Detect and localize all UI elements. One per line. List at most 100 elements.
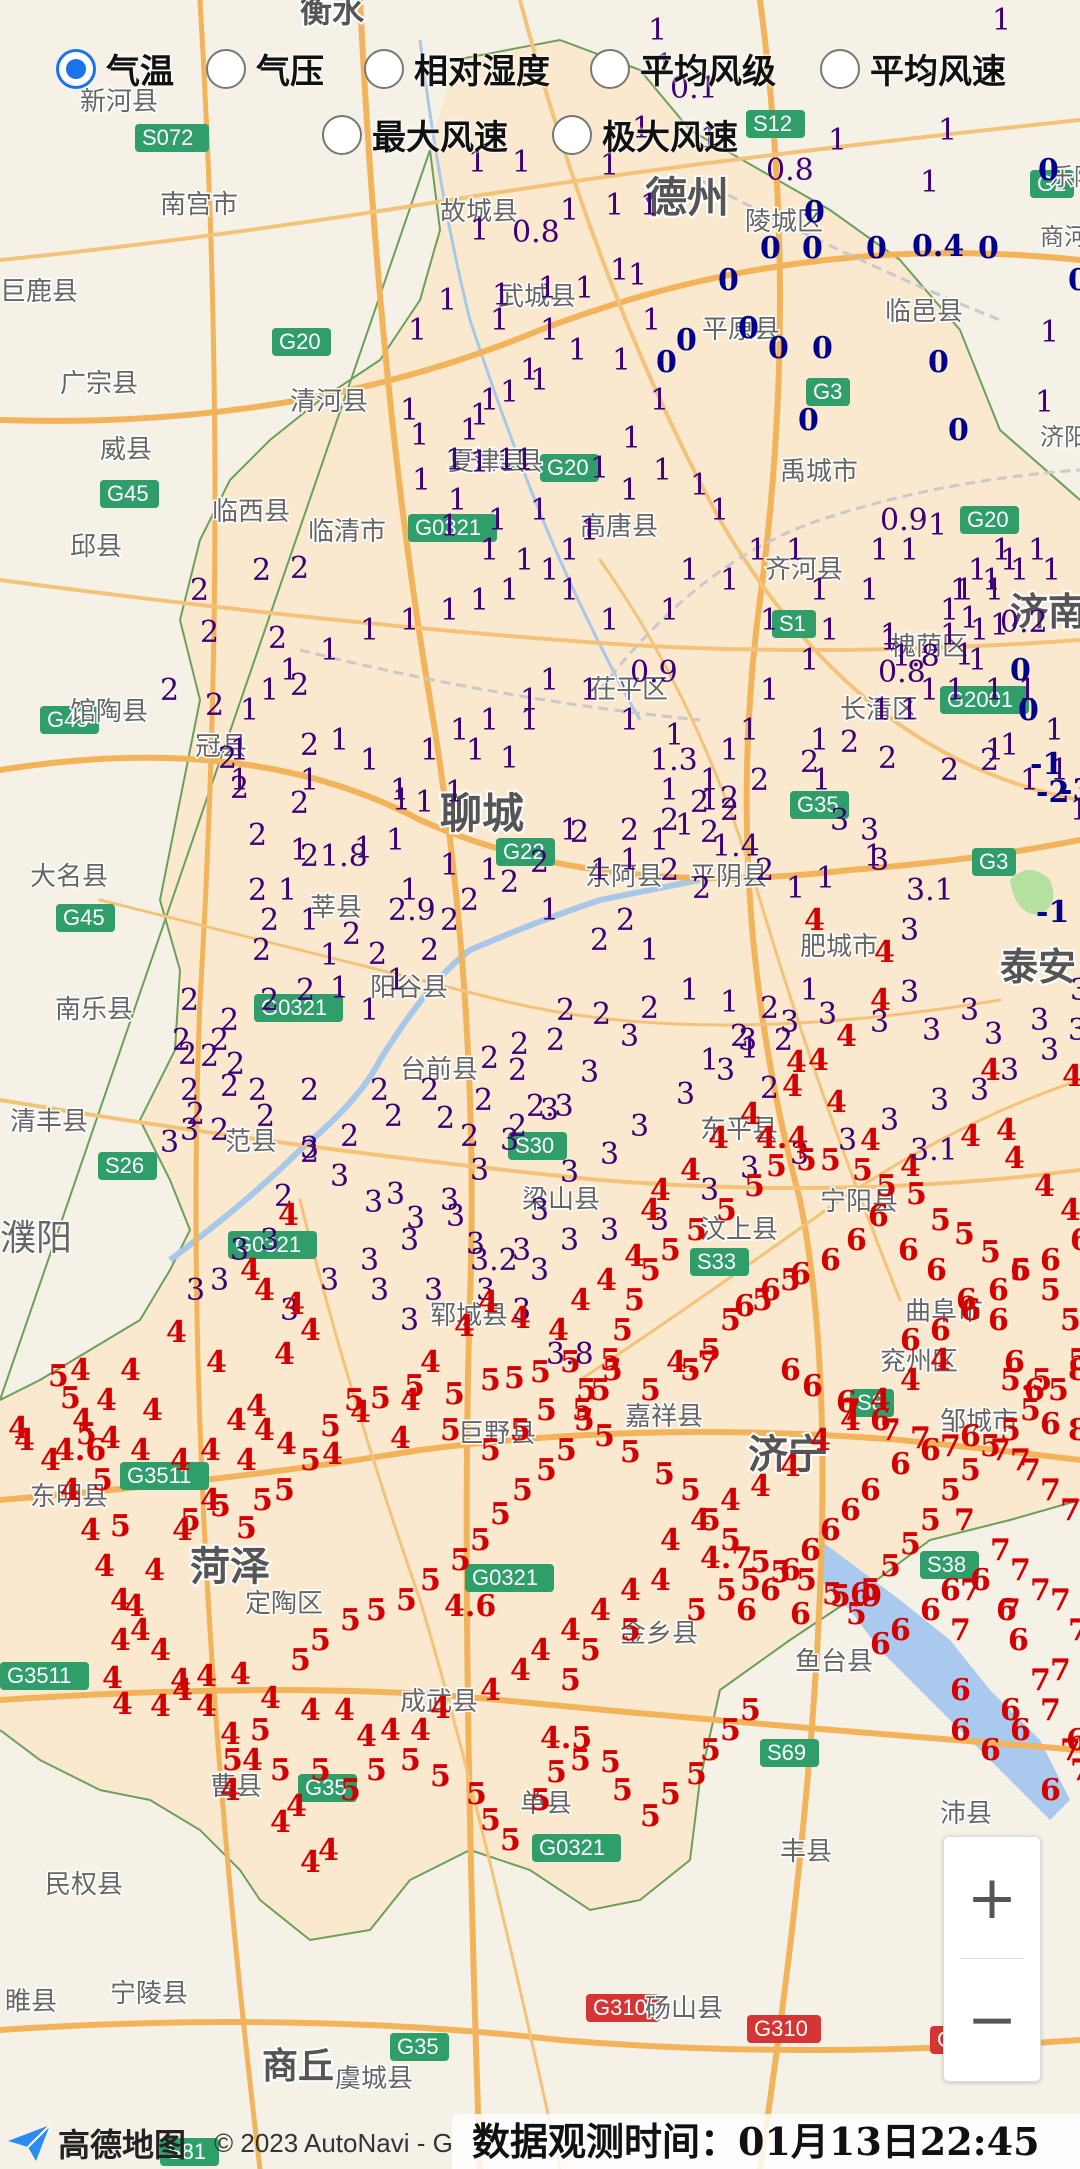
- station-value[interactable]: 1: [540, 313, 559, 348]
- station-value[interactable]: 5: [310, 1623, 331, 1658]
- station-value[interactable]: 1: [1010, 553, 1029, 588]
- station-value[interactable]: 4: [130, 1613, 151, 1648]
- station-value[interactable]: 2: [200, 1039, 219, 1074]
- station-value[interactable]: 4: [1034, 1169, 1055, 1204]
- station-value[interactable]: 5: [960, 1453, 981, 1488]
- station-value[interactable]: 5: [396, 1583, 417, 1618]
- station-value[interactable]: 2: [260, 983, 279, 1018]
- station-value[interactable]: 2.3: [526, 1089, 574, 1124]
- station-value[interactable]: 4: [286, 1789, 307, 1824]
- station-value[interactable]: 5: [640, 1799, 661, 1834]
- station-value[interactable]: 5: [300, 1443, 321, 1478]
- station-value[interactable]: 1: [622, 421, 641, 456]
- station-value[interactable]: 1: [985, 673, 1004, 708]
- station-value[interactable]: 5: [920, 1503, 941, 1538]
- station-value[interactable]: 1: [650, 383, 669, 418]
- station-value[interactable]: 1: [500, 573, 519, 608]
- station-value[interactable]: 6: [780, 1553, 801, 1588]
- station-value[interactable]: 4: [300, 1693, 321, 1728]
- station-value[interactable]: 1: [387, 963, 406, 998]
- station-value[interactable]: 3: [900, 975, 919, 1010]
- station-value[interactable]: 0: [656, 345, 677, 380]
- station-value[interactable]: 2: [220, 1069, 239, 1104]
- station-value[interactable]: 2: [190, 573, 209, 608]
- station-value[interactable]: 2: [760, 991, 779, 1026]
- station-value[interactable]: 1: [568, 333, 587, 368]
- station-value[interactable]: 0: [804, 195, 825, 230]
- station-value[interactable]: 1: [575, 271, 594, 306]
- station-value[interactable]: 6: [790, 1257, 811, 1292]
- station-value[interactable]: 1: [590, 853, 609, 888]
- station-value[interactable]: 1: [470, 583, 489, 618]
- station-value[interactable]: 4: [334, 1693, 355, 1728]
- station-value[interactable]: 1: [580, 513, 599, 548]
- station-value[interactable]: 7: [990, 1533, 1011, 1568]
- station-value[interactable]: 1: [985, 573, 1004, 608]
- station-value[interactable]: 6: [1040, 1243, 1061, 1278]
- station-value[interactable]: 6: [820, 1243, 841, 1278]
- station-value[interactable]: 5: [820, 1143, 841, 1178]
- station-value[interactable]: 1: [412, 463, 431, 498]
- station-value[interactable]: 1: [992, 3, 1011, 38]
- station-value[interactable]: 3: [400, 1223, 419, 1258]
- station-value[interactable]: 7: [1030, 1573, 1051, 1608]
- station-value[interactable]: 1: [928, 508, 947, 543]
- station-value[interactable]: 4: [808, 1043, 829, 1078]
- station-value[interactable]: 1: [720, 733, 739, 768]
- station-value[interactable]: 3: [440, 1183, 459, 1218]
- station-value[interactable]: 2.9: [388, 893, 436, 928]
- station-value[interactable]: 7: [990, 1433, 1011, 1468]
- station-value[interactable]: 4: [242, 1743, 263, 1778]
- station-value[interactable]: 6.8: [1066, 1723, 1080, 1758]
- station-value[interactable]: 1.3: [650, 743, 698, 778]
- station-value[interactable]: 2: [296, 973, 315, 1008]
- station-value[interactable]: 1: [538, 271, 557, 306]
- station-value[interactable]: 4: [274, 1337, 295, 1372]
- station-value[interactable]: 1: [330, 971, 349, 1006]
- station-value[interactable]: 1: [960, 601, 979, 636]
- station-value[interactable]: 4: [804, 903, 825, 938]
- station-value[interactable]: 2: [640, 991, 659, 1026]
- station-value[interactable]: 1: [300, 903, 319, 938]
- station-value[interactable]: 1: [710, 493, 729, 528]
- station-value[interactable]: 4: [260, 1681, 281, 1716]
- station-value[interactable]: 5: [340, 1773, 361, 1808]
- station-value[interactable]: 4: [596, 1263, 617, 1298]
- station-value[interactable]: 3: [260, 1223, 279, 1258]
- station-value[interactable]: 5: [320, 1409, 341, 1444]
- station-value[interactable]: 5: [444, 1377, 465, 1412]
- radio-circle[interactable]: [364, 48, 404, 89]
- station-value[interactable]: 2: [300, 728, 319, 763]
- station-value[interactable]: 1: [540, 553, 559, 588]
- station-value[interactable]: 1: [786, 871, 805, 906]
- station-value[interactable]: 4.7: [666, 1345, 718, 1380]
- station-value[interactable]: 4: [510, 1301, 531, 1336]
- station-value[interactable]: 6: [780, 1353, 801, 1388]
- station-value[interactable]: 5: [700, 1733, 721, 1768]
- station-value[interactable]: 6: [846, 1223, 867, 1258]
- station-value[interactable]: 4: [170, 1663, 191, 1698]
- station-value[interactable]: 5: [536, 1393, 557, 1428]
- station-value[interactable]: 4: [230, 1657, 251, 1692]
- station-value[interactable]: 3: [830, 803, 849, 838]
- station-value[interactable]: 1: [900, 533, 919, 568]
- station-value[interactable]: 1: [480, 533, 499, 568]
- station-value[interactable]: 4: [60, 1473, 81, 1508]
- station-value[interactable]: 5: [980, 1235, 1001, 1270]
- station-value[interactable]: 3: [320, 1263, 339, 1298]
- station-value[interactable]: 6: [790, 1597, 811, 1632]
- station-value[interactable]: 5: [480, 1433, 501, 1468]
- station-value[interactable]: 6: [988, 1303, 1009, 1338]
- station-value[interactable]: 2: [205, 688, 224, 723]
- station-value[interactable]: 6: [1010, 1253, 1031, 1288]
- station-value[interactable]: 6: [920, 1593, 941, 1628]
- station-value[interactable]: 6: [870, 1627, 891, 1662]
- station-value[interactable]: 5: [700, 1503, 721, 1538]
- station-value[interactable]: 1: [240, 693, 259, 728]
- station-value[interactable]: 5: [340, 1603, 361, 1638]
- station-value[interactable]: 2: [440, 903, 459, 938]
- station-value[interactable]: 1: [872, 693, 891, 728]
- station-value[interactable]: 3: [386, 1177, 405, 1212]
- station-value[interactable]: 2: [530, 845, 549, 880]
- station-value[interactable]: 2: [620, 813, 639, 848]
